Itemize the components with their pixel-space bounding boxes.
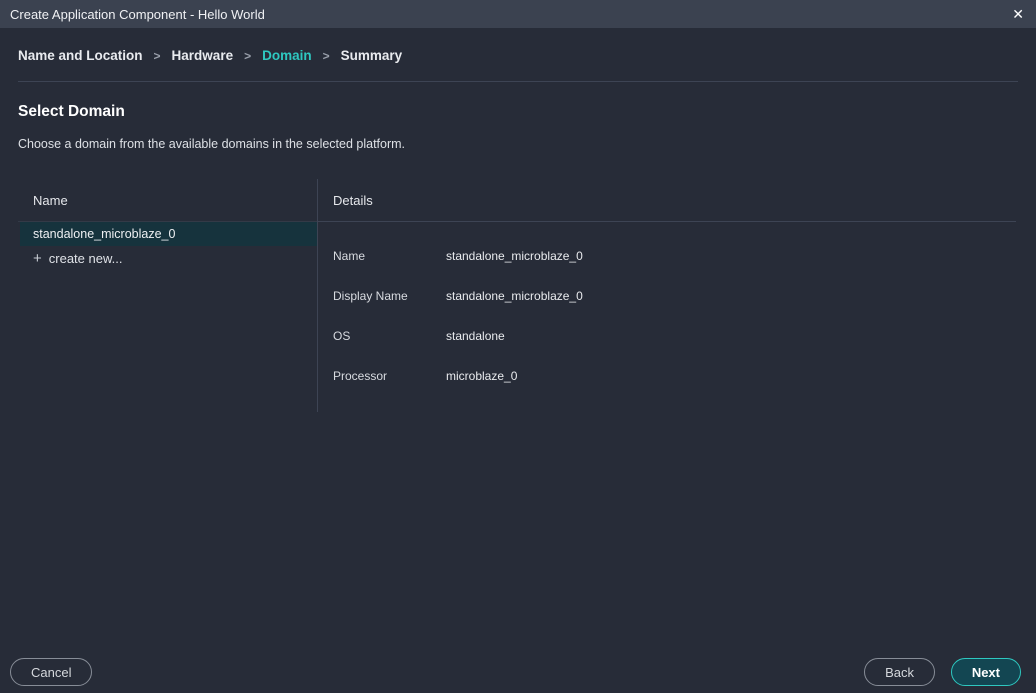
breadcrumb-divider: [18, 81, 1018, 82]
domain-selection-panes: Name standalone_microblaze_0 + create ne…: [18, 179, 1016, 412]
back-button[interactable]: Back: [864, 658, 935, 686]
domain-item-label: standalone_microblaze_0: [33, 227, 175, 241]
cancel-button[interactable]: Cancel: [10, 658, 92, 686]
page-title: Select Domain: [18, 103, 125, 121]
breadcrumb-step-summary[interactable]: Summary: [341, 48, 403, 63]
chevron-right-icon: >: [244, 49, 251, 63]
wizard-breadcrumb: Name and Location > Hardware > Domain > …: [18, 48, 1018, 63]
details-header: Details: [318, 179, 1016, 222]
chevron-right-icon: >: [323, 49, 330, 63]
domain-list-pane: Name standalone_microblaze_0 + create ne…: [18, 179, 318, 412]
plus-icon: +: [33, 251, 42, 266]
detail-label: Name: [333, 249, 446, 263]
breadcrumb-step-domain[interactable]: Domain: [262, 48, 312, 63]
domain-details-pane: Details Name standalone_microblaze_0 Dis…: [318, 179, 1016, 412]
create-new-domain-button[interactable]: + create new...: [20, 246, 317, 271]
domain-list-header: Name: [18, 179, 317, 222]
detail-row-display-name: Display Name standalone_microblaze_0: [318, 276, 1016, 316]
page-description: Choose a domain from the available domai…: [18, 137, 405, 151]
detail-value: standalone_microblaze_0: [446, 289, 583, 303]
breadcrumb-step-name-and-location[interactable]: Name and Location: [18, 48, 143, 63]
chevron-right-icon: >: [154, 49, 161, 63]
domain-list-item-standalone-microblaze-0[interactable]: standalone_microblaze_0: [20, 222, 317, 246]
detail-value: standalone: [446, 329, 505, 343]
detail-label: Processor: [333, 369, 446, 383]
create-new-label: create new...: [49, 251, 123, 266]
close-icon[interactable]: ✕: [1012, 7, 1024, 21]
dialog-titlebar: Create Application Component - Hello Wor…: [0, 0, 1036, 28]
create-application-component-dialog: Create Application Component - Hello Wor…: [0, 0, 1036, 693]
details-rows: Name standalone_microblaze_0 Display Nam…: [318, 222, 1016, 396]
detail-value: microblaze_0: [446, 369, 517, 383]
detail-label: Display Name: [333, 289, 446, 303]
detail-row-os: OS standalone: [318, 316, 1016, 356]
detail-value: standalone_microblaze_0: [446, 249, 583, 263]
detail-row-processor: Processor microblaze_0: [318, 356, 1016, 396]
breadcrumb-step-hardware[interactable]: Hardware: [172, 48, 234, 63]
detail-row-name: Name standalone_microblaze_0: [318, 236, 1016, 276]
detail-label: OS: [333, 329, 446, 343]
dialog-title: Create Application Component - Hello Wor…: [10, 7, 265, 22]
next-button[interactable]: Next: [951, 658, 1021, 686]
